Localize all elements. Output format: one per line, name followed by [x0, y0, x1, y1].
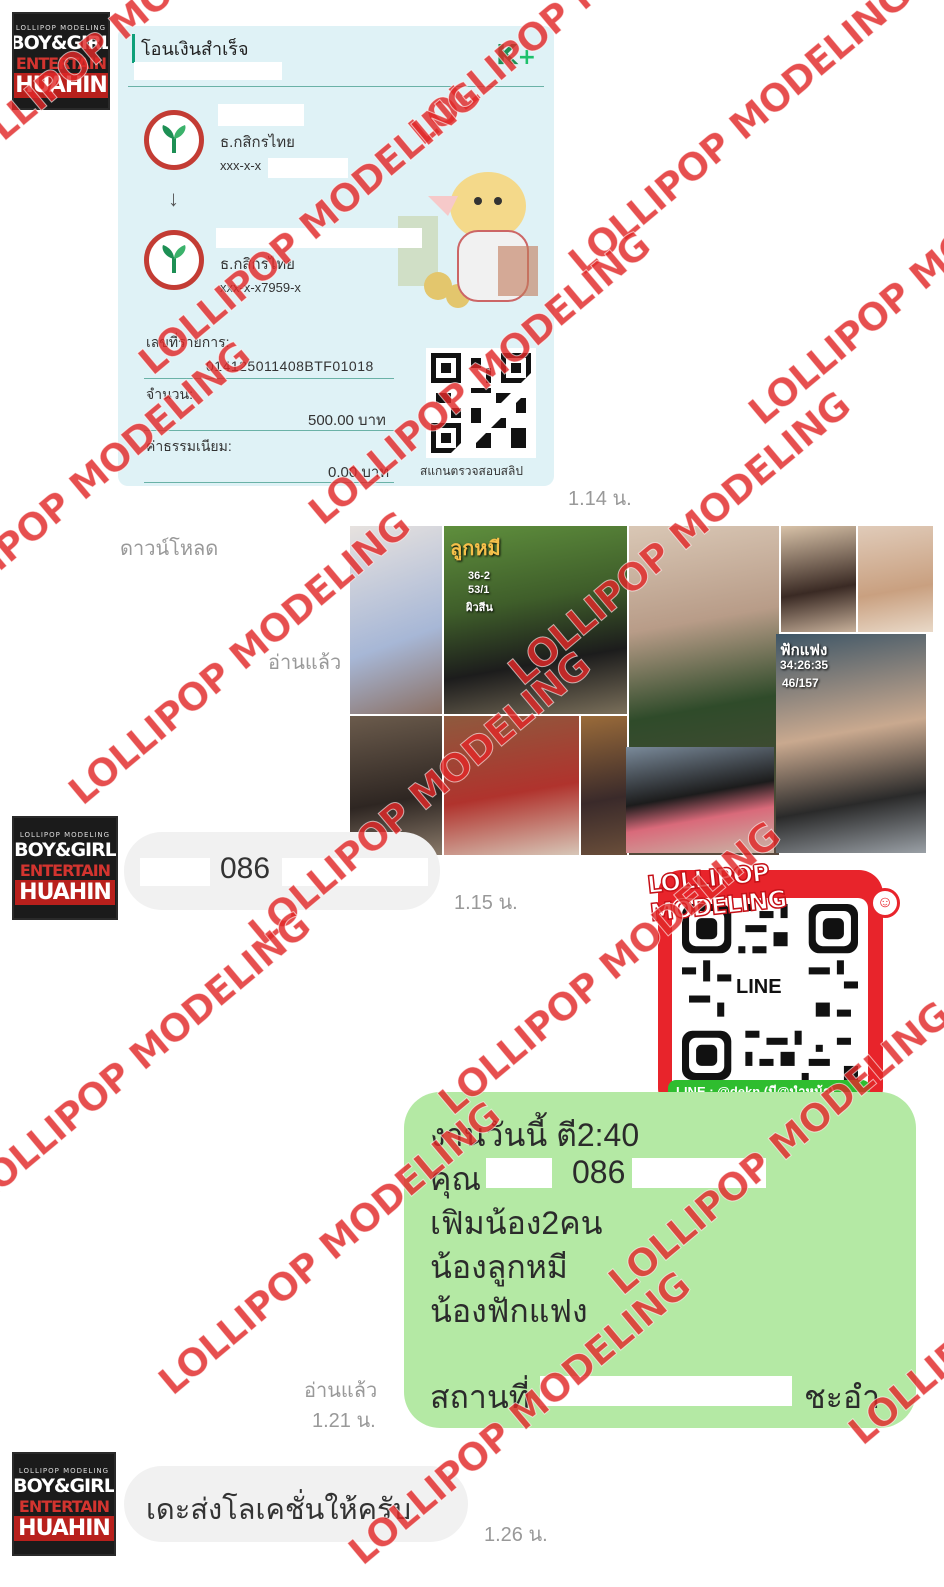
avatar-line1: BOY&GIRL [14, 839, 116, 861]
redaction-box [282, 858, 428, 886]
amount-label: จำนวน: [146, 386, 193, 402]
from-bank-name: ธ.กสิกรไทย [220, 134, 295, 151]
avatar-line1: BOY&GIRL [13, 1475, 115, 1497]
from-account: xxx-x-x [220, 158, 262, 173]
divider [144, 378, 394, 379]
photo-thumbnail[interactable] [350, 526, 442, 714]
avatar-tagline: LOLLIPOP MODELING [18, 1467, 110, 1475]
download-label[interactable]: ดาวน์โหลด [120, 532, 218, 564]
avatar-line3: HUAHIN [14, 1516, 114, 1541]
bank-transfer-slip[interactable]: โอนเงินสำเร็จ K+ ธ.กสิกรไทย xxx-x-x ↓ ธ.… [118, 26, 554, 486]
photo-thumbnail[interactable] [626, 747, 774, 853]
redaction-box [134, 62, 282, 80]
message-time: 1.26 น. [484, 1524, 548, 1546]
message-text: 086 [220, 852, 271, 885]
avatar-line3: HUAHIN [15, 880, 115, 905]
reference-label: เลขที่รายการ: [146, 334, 230, 350]
verification-qr-code [426, 348, 536, 458]
avatar-tagline: LOLLIPOP MODELING [19, 831, 111, 839]
qr-center-label: LINE [732, 976, 786, 999]
smile-icon: ☺ [870, 888, 900, 918]
line-qr-sticker[interactable]: LINE LOLLIPOP MODELING ☺ LINE : @dekn (ม… [645, 858, 900, 1114]
avatar[interactable]: LOLLIPOP MODELING BOY&GIRL ENTERTAIN HUA… [12, 816, 118, 920]
message-line: สถานที่ [430, 1379, 530, 1415]
photo-thumbnail[interactable] [858, 526, 933, 632]
message-line: ชะอำ [804, 1379, 881, 1415]
arrow-down-icon: ↓ [168, 186, 179, 211]
divider [128, 86, 544, 87]
redaction-box [268, 158, 348, 178]
photo-caption: ลูกหมี [450, 538, 501, 560]
avatar-line2: ENTERTAIN [18, 1497, 110, 1516]
message-time: 1.15 น. [454, 892, 518, 914]
incoming-message-bubble[interactable]: เดะส่งโลเคชั่นให้ครับ [124, 1466, 468, 1542]
mascot-illustration [398, 172, 538, 308]
kasikorn-bank-logo [144, 230, 204, 290]
watermark: LOLLIPOP MODELING [0, 902, 319, 1214]
photo-thumbnail[interactable] [444, 716, 579, 855]
outgoing-message-bubble[interactable]: งานวันนี้ ตี2:40 คุณ 086 เฟิมน้อง2คน น้อ… [404, 1092, 916, 1428]
photo-thumbnail[interactable]: ฟักแฟง 34:26:35 46/157 [776, 634, 926, 853]
fee-label: ค่าธรรมเนียม: [146, 438, 232, 454]
redaction-box [216, 228, 422, 248]
avatar[interactable]: LOLLIPOP MODELING BOY&GIRL ENTERTAIN HUA… [12, 12, 110, 110]
avatar-line2: ENTERTAIN [19, 861, 111, 880]
fee-value: 0.00 บาท [328, 464, 390, 481]
photo-caption: ผิวสีน [466, 602, 493, 614]
avatar-line3: HUAHIN [14, 73, 108, 98]
avatar-tagline: LOLLIPOP MODELING [15, 24, 107, 32]
to-bank-name: ธ.กสิกรไทย [220, 256, 295, 273]
message-text: เดะส่งโลเคชั่นให้ครับ [146, 1494, 412, 1526]
qr-caption: สแกนตรวจสอบสลิป [420, 464, 523, 478]
photo-caption: 46/157 [782, 676, 819, 690]
reference-value: 014125011408BTF01018 [206, 358, 374, 374]
amount-value: 500.00 บาท [308, 412, 386, 429]
incoming-message-bubble[interactable]: 086 [124, 832, 440, 910]
redaction-box [140, 858, 210, 886]
read-receipt: อ่านแล้ว [268, 652, 342, 674]
to-account: xxx-x-x7959-x [220, 280, 301, 295]
redaction-box [218, 104, 304, 126]
photo-caption: 36-2 [468, 570, 491, 582]
read-receipt: อ่านแล้ว [304, 1380, 378, 1402]
kasikorn-bank-logo [144, 110, 204, 170]
photo-caption: 34:26:35 [780, 658, 829, 672]
divider [144, 482, 394, 483]
redaction-box [632, 1158, 766, 1188]
watermark: LOLLIPOP MODELING [740, 122, 944, 434]
watermark: LOLLIPOP MODELING [560, 0, 919, 284]
photo-thumbnail[interactable] [781, 526, 856, 632]
avatar-line2: ENTERTAIN [15, 54, 107, 73]
slip-header: โอนเงินสำเร็จ [132, 34, 249, 63]
message-line: น้องฟักแฟง [430, 1293, 588, 1329]
divider [144, 430, 394, 431]
avatar-line1: BOY&GIRL [12, 32, 110, 54]
message-line: 086 [572, 1154, 626, 1190]
photo-thumbnail[interactable]: ลูกหมี 36-2 53/1 ผิวสีน [444, 526, 627, 714]
message-time: 1.21 น. [312, 1410, 376, 1432]
kplus-logo: K+ [495, 38, 536, 71]
photo-thumbnail[interactable] [581, 716, 627, 855]
redaction-box [540, 1376, 792, 1406]
avatar[interactable]: LOLLIPOP MODELING BOY&GIRL ENTERTAIN HUA… [12, 1452, 116, 1556]
redaction-box [486, 1158, 552, 1188]
photo-caption: 53/1 [468, 584, 490, 596]
message-time: 1.14 น. [568, 488, 632, 510]
